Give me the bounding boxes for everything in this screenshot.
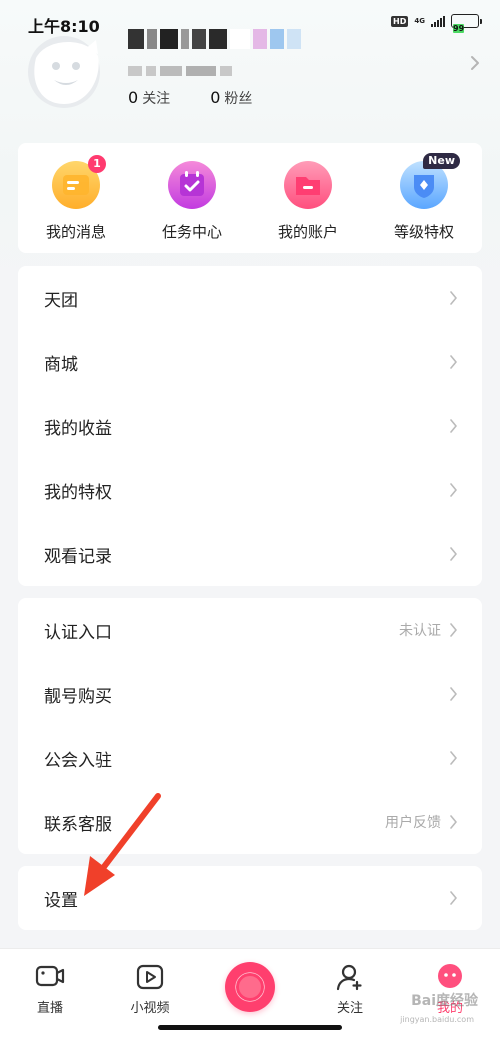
menu-item-label: 观看记录 [44, 546, 112, 567]
menu-item-label: 靓号购买 [44, 686, 112, 707]
quick-action-label: 等级特权 [393, 223, 454, 241]
mine-face-icon [438, 964, 462, 988]
nav-label: 小视频 [130, 1001, 170, 1016]
diamond-shield-icon: New [398, 153, 460, 211]
menu-item-mall[interactable]: 商城 [18, 330, 482, 394]
record-icon [236, 973, 264, 1001]
menu-group-1: 天团 商城 我的收益 我的特权 观看记录 [18, 266, 482, 586]
quick-action-account[interactable]: 我的账户 [250, 159, 366, 242]
menu-item-label: 我的特权 [44, 482, 112, 503]
username-pixelated [128, 28, 318, 50]
battery-icon: 99 [451, 14, 482, 33]
wallet-folder-icon [282, 159, 334, 211]
profile-stats: 0 关注 0 粉丝 [128, 88, 252, 108]
chevron-right-icon [450, 483, 457, 497]
menu-group-2: 认证入口 未认证 靓号购买 公会入驻 联系客服 用户反馈 [18, 598, 482, 854]
menu-item-earnings[interactable]: 我的收益 [18, 394, 482, 458]
user-id-pixelated [128, 66, 278, 78]
new-badge: New [423, 153, 460, 169]
home-indicator[interactable] [158, 1025, 342, 1030]
chevron-right-icon [450, 891, 457, 905]
message-icon: 1 [50, 155, 106, 211]
signal-icon [431, 15, 445, 27]
nav-label: 关注 [336, 1001, 363, 1016]
quick-action-label: 我的消息 [45, 223, 106, 241]
chevron-right-icon [450, 815, 457, 829]
avatar[interactable] [16, 28, 112, 108]
nav-live[interactable]: 直播 [10, 963, 90, 1016]
chevron-right-icon [450, 355, 457, 369]
menu-item-tiantuan[interactable]: 天团 [18, 266, 482, 330]
chevron-right-icon [450, 623, 457, 637]
message-badge: 1 [88, 155, 106, 173]
menu-item-label: 设置 [44, 890, 78, 911]
nav-following[interactable]: 关注 [310, 963, 390, 1016]
menu-item-label: 联系客服 [44, 814, 112, 835]
menu-item-vip-number[interactable]: 靓号购买 [18, 662, 482, 726]
quick-action-messages[interactable]: 1 我的消息 [18, 155, 134, 242]
menu-item-label: 我的收益 [44, 418, 112, 439]
menu-group-3: 设置 [18, 866, 482, 930]
followers-stat[interactable]: 0 粉丝 [210, 88, 252, 108]
chevron-right-icon [450, 687, 457, 701]
chevron-right-icon [450, 291, 457, 305]
menu-item-label: 认证入口 [44, 622, 112, 643]
following-count: 0 [128, 88, 139, 107]
quick-action-tasks[interactable]: 任务中心 [134, 159, 250, 242]
following-label: 关注 [142, 91, 171, 107]
feedback-link: 用户反馈 [385, 815, 441, 831]
add-person-icon [336, 964, 362, 991]
live-camera-icon [35, 965, 65, 987]
menu-item-history[interactable]: 观看记录 [18, 522, 482, 586]
network-type: 4G [414, 16, 425, 25]
following-stat[interactable]: 0 关注 [128, 88, 170, 108]
quick-action-label: 任务中心 [161, 223, 222, 241]
menu-item-privileges[interactable]: 我的特权 [18, 458, 482, 522]
menu-item-settings[interactable]: 设置 [18, 866, 482, 930]
menu-item-verification[interactable]: 认证入口 未认证 [18, 598, 482, 662]
play-video-icon [136, 964, 164, 990]
record-button[interactable] [225, 962, 275, 1012]
quick-actions-card: 1 我的消息 任务中心 我的账户 New 等级特权 [18, 143, 482, 253]
battery-level: 99 [453, 24, 465, 33]
watermark: Bai度经验 [411, 993, 478, 1009]
watermark-url: jingyan.baidu.com [400, 1015, 474, 1024]
nav-label: 直播 [36, 1001, 63, 1016]
status-indicators: HD 4G 99 [391, 14, 482, 33]
chevron-right-icon [450, 547, 457, 561]
chevron-right-icon [450, 419, 457, 433]
profile-chevron-icon[interactable] [470, 55, 480, 71]
hd-icon: HD [391, 15, 409, 27]
chevron-right-icon [450, 751, 457, 765]
nav-short-video[interactable]: 小视频 [110, 963, 190, 1016]
menu-item-label: 商城 [44, 354, 78, 375]
menu-item-support[interactable]: 联系客服 用户反馈 [18, 790, 482, 854]
calendar-check-icon [166, 159, 218, 211]
menu-item-guild[interactable]: 公会入驻 [18, 726, 482, 790]
followers-label: 粉丝 [224, 91, 253, 107]
quick-action-label: 我的账户 [277, 223, 338, 241]
verification-status: 未认证 [399, 623, 441, 639]
quick-action-privileges[interactable]: New 等级特权 [366, 153, 482, 242]
followers-count: 0 [210, 88, 221, 107]
menu-item-label: 天团 [44, 290, 78, 311]
menu-item-label: 公会入驻 [44, 750, 112, 771]
